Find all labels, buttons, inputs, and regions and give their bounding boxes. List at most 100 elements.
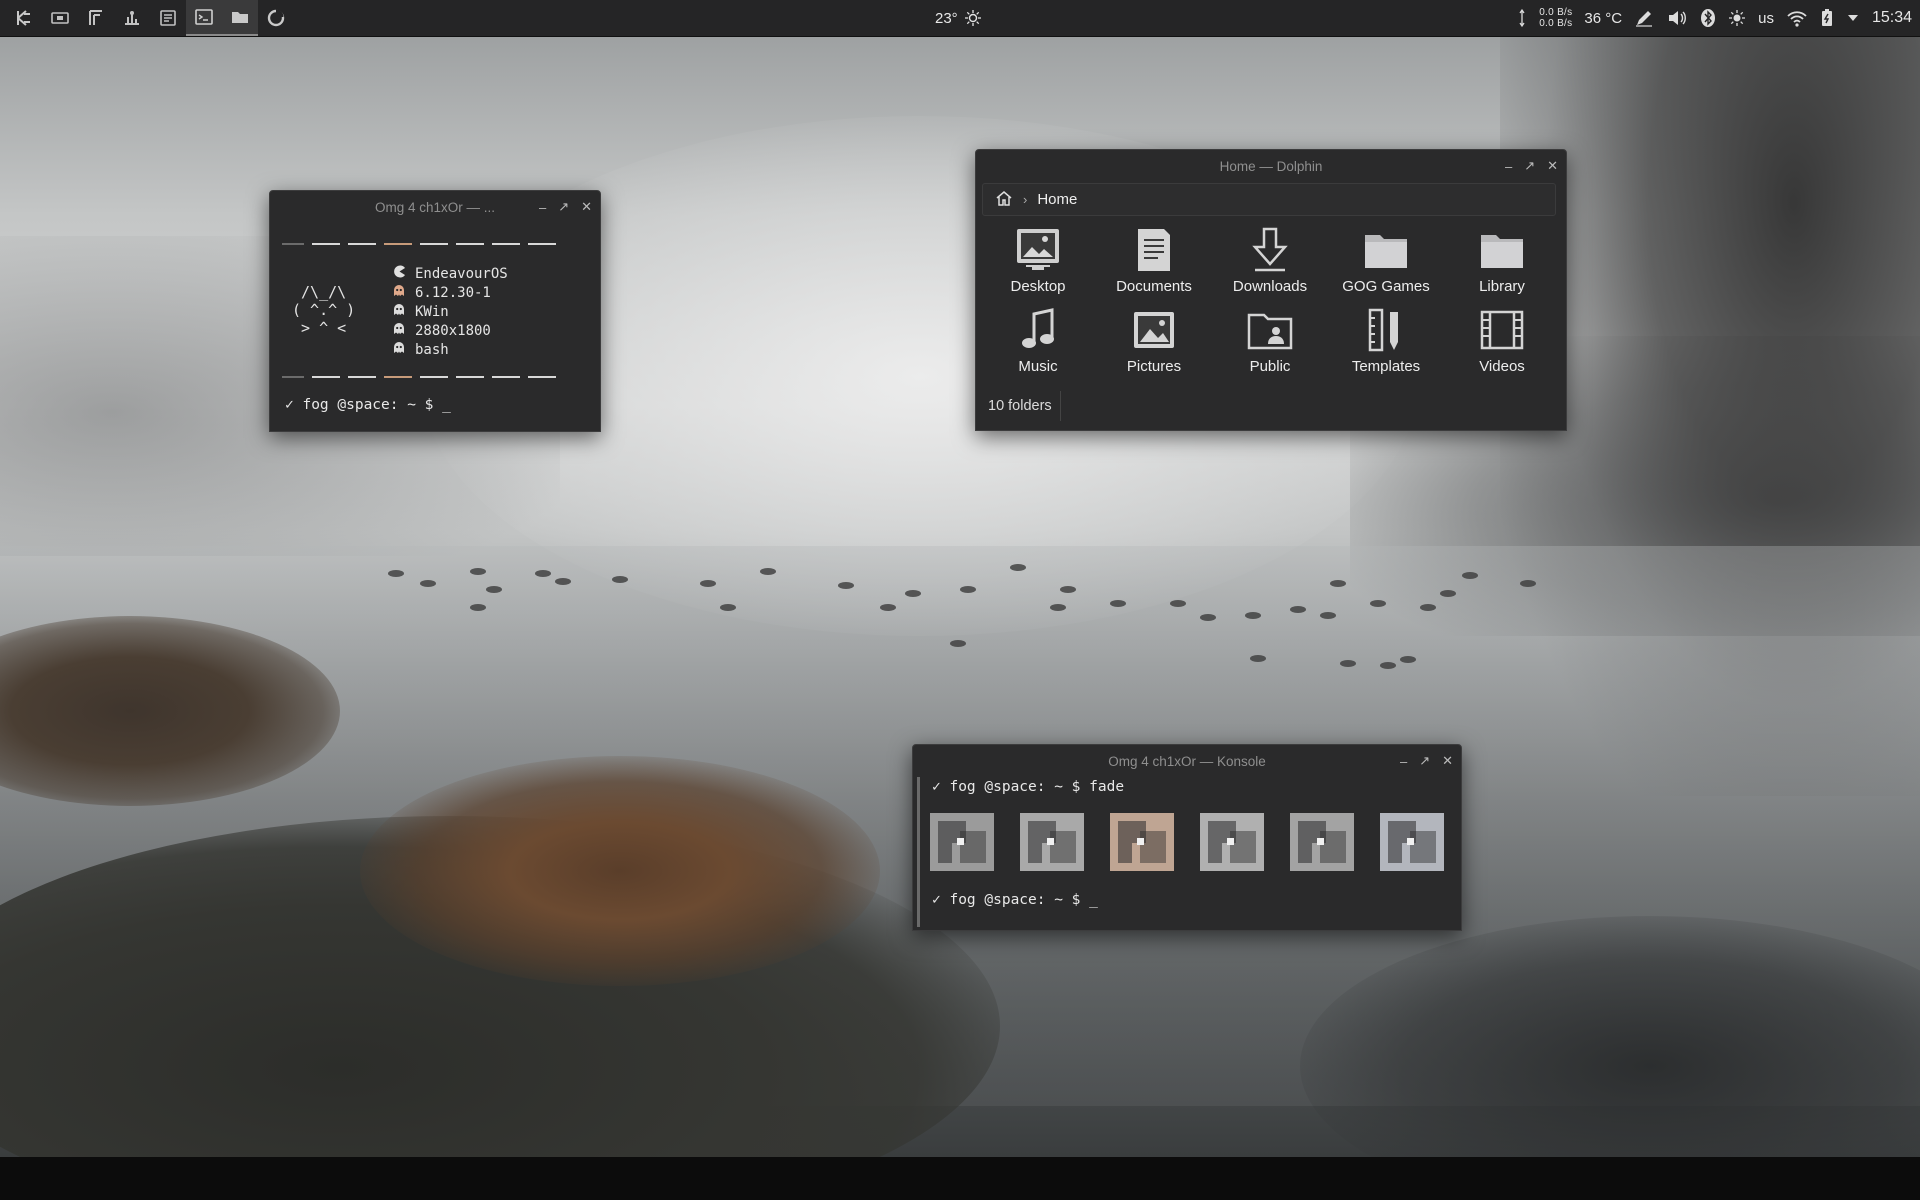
duck: [1320, 612, 1336, 619]
minimize-icon[interactable]: –: [539, 200, 546, 215]
ghost-icon: [393, 341, 415, 358]
ghost-icon: [393, 303, 415, 320]
pen-icon[interactable]: [1634, 8, 1654, 28]
duck: [470, 604, 486, 611]
duck: [1420, 604, 1436, 611]
terminal-icon[interactable]: [186, 0, 222, 36]
color-swatch: [930, 813, 994, 871]
color-swatch: [1200, 813, 1264, 871]
duck: [1110, 600, 1126, 607]
kde-menu-icon[interactable]: [6, 0, 42, 36]
info-row: 6.12.30-1: [393, 283, 508, 302]
home-icon[interactable]: [995, 189, 1013, 211]
network-speed: 0.0 B/s 0.0 B/s: [1539, 7, 1572, 29]
window-titlebar[interactable]: Home — Dolphin – ↗ ✕: [976, 150, 1566, 182]
wifi-icon[interactable]: [1786, 8, 1808, 28]
duck: [555, 578, 571, 585]
duck: [1290, 606, 1306, 613]
system-settings-icon[interactable]: [114, 0, 150, 36]
duck: [470, 568, 486, 575]
weather-temp: 23°: [935, 9, 958, 27]
color-swatch: [1020, 813, 1084, 871]
divider: [282, 243, 304, 245]
close-icon[interactable]: ✕: [581, 199, 592, 215]
maximize-icon[interactable]: ↗: [1419, 753, 1430, 769]
chevron-down-icon[interactable]: [1846, 11, 1860, 25]
maximize-icon[interactable]: ↗: [1524, 158, 1535, 174]
duck: [1440, 590, 1456, 597]
minimize-icon[interactable]: –: [1505, 159, 1512, 174]
dolphin-window[interactable]: Home — Dolphin – ↗ ✕ › Home Desktop Docu…: [975, 149, 1567, 431]
close-icon[interactable]: ✕: [1547, 158, 1558, 174]
text-editor-icon[interactable]: [78, 0, 114, 36]
duck: [760, 568, 776, 575]
brightness-icon[interactable]: [1728, 9, 1746, 27]
weather-widget[interactable]: 23°: [935, 0, 982, 36]
resolution-value: 2880x1800: [415, 322, 491, 339]
folder-item[interactable]: Videos: [1444, 306, 1560, 378]
folder-item[interactable]: Templates: [1328, 306, 1444, 378]
info-row: bash: [393, 340, 508, 359]
terminal-output[interactable]: ✓ fog @space: ~ $ fade ✓ fog @space: ~ $…: [917, 777, 1460, 927]
wm-value: KWin: [415, 303, 449, 320]
folder-icon[interactable]: [222, 0, 258, 36]
minimize-icon[interactable]: –: [1400, 754, 1407, 769]
firefox-icon[interactable]: [258, 0, 294, 36]
folder-item[interactable]: Library: [1444, 226, 1560, 298]
pacman-icon: [393, 265, 415, 282]
folder-item[interactable]: Pictures: [1096, 306, 1212, 378]
info-row: 2880x1800: [393, 321, 508, 340]
maximize-icon[interactable]: ↗: [558, 199, 569, 215]
notes-icon[interactable]: [150, 0, 186, 36]
folder-item[interactable]: Music: [980, 306, 1096, 378]
documents-folder-icon: [1138, 229, 1170, 271]
konsole-window[interactable]: Omg 4 ch1xOr — Konsole – ↗ ✕ ✓ fog @spac…: [912, 744, 1462, 931]
bluetooth-icon[interactable]: [1700, 8, 1716, 28]
color-swatch: [1380, 813, 1444, 871]
color-swatch: [1290, 813, 1354, 871]
network-activity-icon: [1517, 8, 1527, 28]
kernel-value: 6.12.30-1: [415, 284, 491, 301]
terminal-prompt[interactable]: ✓ fog @space: ~ $ _: [932, 892, 1098, 908]
duck: [1250, 655, 1266, 662]
folder-item[interactable]: Downloads: [1212, 226, 1328, 298]
window-titlebar[interactable]: Omg 4 ch1xOr — Konsole – ↗ ✕: [913, 745, 1461, 777]
folder-label: GOG Games: [1342, 278, 1430, 295]
task-manager: [6, 0, 294, 36]
duck: [1340, 660, 1356, 667]
folder-icon: [1481, 235, 1523, 268]
battery-icon[interactable]: [1820, 8, 1834, 28]
window-title: Omg 4 ch1xOr — Konsole: [1108, 753, 1266, 769]
window-titlebar[interactable]: Omg 4 ch1xOr — ... – ↗ ✕: [270, 191, 600, 223]
terminal-prompt[interactable]: ✓ fog @space: ~ $ _: [285, 397, 451, 413]
folder-item[interactable]: GOG Games: [1328, 226, 1444, 298]
cpu-temperature[interactable]: 36 °C: [1584, 10, 1622, 27]
duck: [1400, 656, 1416, 663]
videos-folder-icon: [1480, 310, 1524, 350]
window-title: Omg 4 ch1xOr — ...: [374, 199, 496, 215]
duck: [1010, 564, 1026, 571]
folder-icon: [1365, 235, 1407, 268]
duck: [612, 576, 628, 583]
folder-item[interactable]: Public: [1212, 306, 1328, 378]
duck: [905, 590, 921, 597]
duck: [1330, 580, 1346, 587]
templates-folder-icon: [1368, 308, 1398, 352]
duck: [960, 586, 976, 593]
folder-item[interactable]: Desktop: [980, 226, 1096, 298]
breadcrumb-home[interactable]: Home: [1037, 191, 1077, 208]
close-icon[interactable]: ✕: [1442, 753, 1453, 769]
fetch-terminal-window[interactable]: Omg 4 ch1xOr — ... – ↗ ✕ /\_/\ ( ^.^ ) >…: [269, 190, 601, 432]
screen-icon[interactable]: [42, 0, 78, 36]
duck: [1245, 612, 1261, 619]
folder-item[interactable]: Documents: [1096, 226, 1212, 298]
color-dashes-top: [312, 243, 556, 245]
keyboard-layout[interactable]: us: [1758, 10, 1774, 27]
system-tray: 0.0 B/s 0.0 B/s 36 °C us 15:34: [1517, 0, 1912, 36]
location-bar[interactable]: › Home: [982, 183, 1556, 216]
volume-icon[interactable]: [1666, 8, 1688, 28]
clock[interactable]: 15:34: [1872, 9, 1912, 27]
folder-label: Desktop: [1010, 278, 1066, 295]
color-swatch: [1110, 813, 1174, 871]
sun-icon: [964, 9, 982, 27]
